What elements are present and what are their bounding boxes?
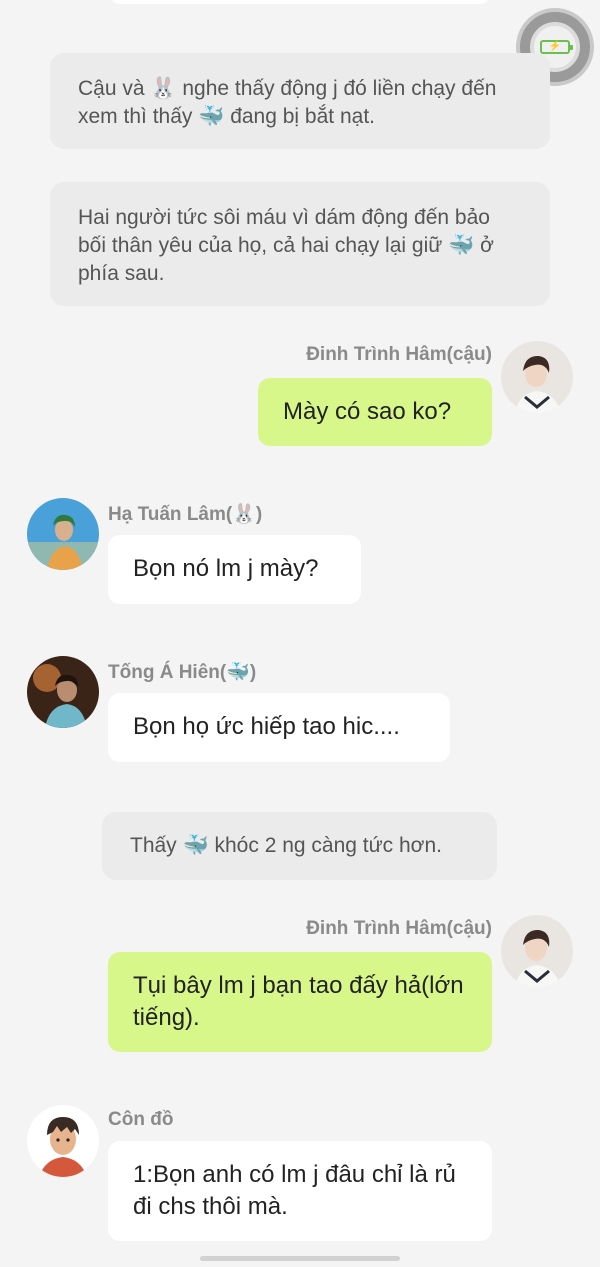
previous-bubble-edge: [110, 0, 490, 4]
message-text: Tụi bây lm j bạn tao đấy hả(lớn tiếng).: [133, 972, 464, 1031]
sender-name: Đinh Trình Hâm(cậu): [306, 344, 492, 365]
message-text: Bọn họ ức hiếp tao hic....: [133, 713, 400, 740]
message-text: 1:Bọn anh có lm j đâu chỉ là rủ đi chs t…: [133, 1161, 456, 1220]
avatar-dinh-trinh-ham[interactable]: [501, 915, 573, 987]
message-bubble-received: Bọn họ ức hiếp tao hic....: [108, 693, 450, 762]
avatar-image: [27, 498, 99, 570]
message-text: Bọn nó lm j mày?: [133, 555, 319, 582]
sender-name: Côn đồ: [108, 1109, 174, 1130]
avatar-tong-a-hien[interactable]: [27, 656, 99, 728]
message-bubble-sent: Mày có sao ko?: [258, 378, 492, 446]
avatar-image: [501, 341, 573, 413]
avatar-con-do[interactable]: [27, 1105, 99, 1177]
narration-text: Thấy 🐳 khóc 2 ng càng tức hơn.: [130, 834, 442, 857]
narration-bubble: Hai người tức sôi máu vì dám động đến bả…: [50, 182, 550, 306]
avatar-image: [501, 915, 573, 987]
sender-name: Hạ Tuấn Lâm(🐰): [108, 504, 263, 525]
narration-text: Hai người tức sôi máu vì dám động đến bả…: [78, 206, 494, 285]
message-text: Mày có sao ko?: [283, 398, 452, 425]
avatar-image: [27, 656, 99, 728]
battery-charging-icon: ⚡: [540, 40, 573, 54]
sender-name: Đinh Trình Hâm(cậu): [306, 918, 492, 939]
message-bubble-sent: Tụi bây lm j bạn tao đấy hả(lớn tiếng).: [108, 952, 492, 1052]
narration-bubble: Cậu và 🐰 nghe thấy động j đó liền chạy đ…: [50, 53, 550, 149]
home-indicator[interactable]: [200, 1256, 400, 1261]
avatar-ha-tuan-lam[interactable]: [27, 498, 99, 570]
narration-text: Cậu và 🐰 nghe thấy động j đó liền chạy đ…: [78, 77, 497, 128]
message-bubble-received: Bọn nó lm j mày?: [108, 535, 361, 604]
message-bubble-received: 1:Bọn anh có lm j đâu chỉ là rủ đi chs t…: [108, 1141, 492, 1241]
avatar-image: [27, 1105, 99, 1177]
narration-bubble: Thấy 🐳 khóc 2 ng càng tức hơn.: [102, 812, 497, 880]
avatar-dinh-trinh-ham[interactable]: [501, 341, 573, 413]
sender-name: Tống Á Hiên(🐳): [108, 662, 257, 683]
